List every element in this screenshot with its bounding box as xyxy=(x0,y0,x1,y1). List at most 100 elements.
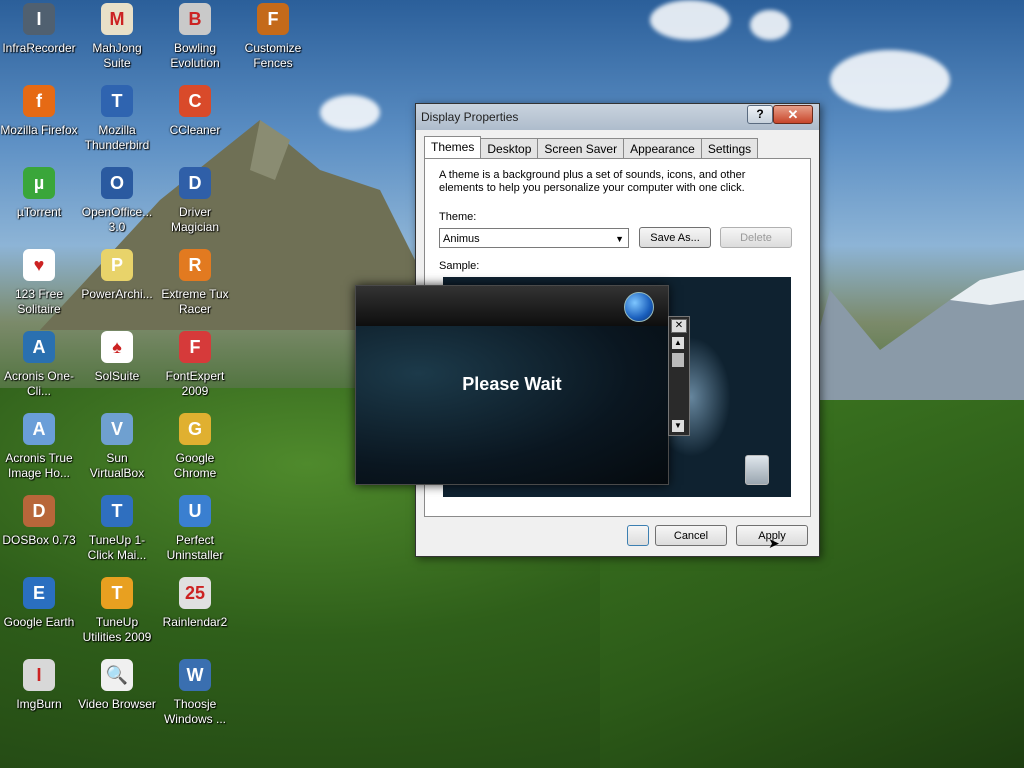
theme-select-value: Animus xyxy=(443,233,480,245)
desktop-shortcut[interactable]: M MahJong Suite xyxy=(78,3,156,71)
tux-racer-icon: R xyxy=(179,249,211,281)
desktop-shortcut[interactable]: O OpenOffice... 3.0 xyxy=(78,167,156,235)
desktop-shortcut-label: Video Browser xyxy=(78,697,156,711)
wallpaper-cloud xyxy=(830,50,950,110)
fontexpert-icon: F xyxy=(179,331,211,363)
solitaire-icon: ♥ xyxy=(23,249,55,281)
ok-button-partial[interactable] xyxy=(627,525,649,546)
desktop-shortcut-label: Bowling Evolution xyxy=(170,41,220,70)
desktop-shortcut-label: TuneUp 1-Click Mai... xyxy=(87,533,147,562)
tab-desktop[interactable]: Desktop xyxy=(480,138,539,158)
firefox-icon: f xyxy=(23,85,55,117)
windows-logo-icon xyxy=(624,292,654,322)
acronis-icon: A xyxy=(23,331,55,363)
tuneup-utilities-icon: T xyxy=(101,577,133,609)
desktop-shortcut[interactable]: 25 Rainlendar2 xyxy=(156,577,234,630)
desktop-shortcut-label: 123 Free Solitaire xyxy=(14,287,64,316)
scroll-thumb[interactable] xyxy=(672,353,684,367)
save-as-button[interactable]: Save As... xyxy=(639,227,711,248)
dosbox-icon: D xyxy=(23,495,55,527)
please-wait-message: Please Wait xyxy=(462,374,562,394)
desktop-shortcut[interactable]: R Extreme Tux Racer xyxy=(156,249,234,317)
cancel-button[interactable]: Cancel xyxy=(655,525,727,546)
ccleaner-icon: C xyxy=(179,85,211,117)
scroll-up-icon[interactable]: ▲ xyxy=(672,337,684,349)
utorrent-icon: µ xyxy=(23,167,55,199)
dialog-title: Display Properties xyxy=(421,110,519,124)
solsuite-icon: ♠ xyxy=(101,331,133,363)
desktop-shortcut-label: TuneUp Utilities 2009 xyxy=(82,615,152,644)
thunderbird-icon: T xyxy=(101,85,133,117)
desktop-shortcut[interactable]: C CCleaner xyxy=(156,85,234,138)
google-earth-icon: E xyxy=(23,577,55,609)
desktop-shortcut[interactable]: T TuneUp Utilities 2009 xyxy=(78,577,156,645)
desktop-shortcut-label: Perfect Uninstaller xyxy=(166,533,224,562)
tab-appearance[interactable]: Appearance xyxy=(623,138,702,158)
themes-description: A theme is a background plus a set of so… xyxy=(439,169,746,194)
desktop-shortcut[interactable]: I ImgBurn xyxy=(0,659,78,712)
desktop-shortcut-label: Extreme Tux Racer xyxy=(161,287,229,316)
desktop-shortcut-label: Customize Fences xyxy=(244,41,302,70)
wallpaper-cloud xyxy=(650,0,730,40)
delete-button[interactable]: Delete xyxy=(720,227,792,248)
close-button[interactable]: ✕ xyxy=(773,105,813,124)
dialog-titlebar[interactable]: Display Properties ? ✕ xyxy=(416,104,819,130)
desktop-shortcut-label: PowerArchi... xyxy=(81,287,153,301)
desktop-shortcut-label: Mozilla Thunderbird xyxy=(84,123,150,152)
video-browser-icon: 🔍 xyxy=(101,659,133,691)
desktop-shortcut-label: Acronis One-Cli... xyxy=(3,369,75,398)
close-icon[interactable]: ✕ xyxy=(671,319,687,333)
wallpaper-far-mountains xyxy=(800,270,1024,400)
tuneup-1click-icon: T xyxy=(101,495,133,527)
desktop-shortcut[interactable]: A Acronis One-Cli... xyxy=(0,331,78,399)
desktop-shortcut[interactable]: G Google Chrome xyxy=(156,413,234,481)
powerarchiver-icon: P xyxy=(101,249,133,281)
desktop-shortcut[interactable]: ♠ SolSuite xyxy=(78,331,156,384)
desktop-shortcut[interactable]: D DOSBox 0.73 xyxy=(0,495,78,548)
tab-screen-saver[interactable]: Screen Saver xyxy=(537,138,625,158)
recycle-bin-icon xyxy=(745,455,769,485)
desktop-shortcut[interactable]: 🔍 Video Browser xyxy=(78,659,156,712)
desktop-shortcut[interactable]: ♥ 123 Free Solitaire xyxy=(0,249,78,317)
rainlendar-icon: 25 xyxy=(179,577,211,609)
desktop-shortcut-label: Mozilla Firefox xyxy=(0,123,78,137)
help-button[interactable]: ? xyxy=(747,105,773,124)
desktop-shortcut[interactable]: B Bowling Evolution xyxy=(156,3,234,71)
desktop-shortcut[interactable]: I InfraRecorder xyxy=(0,3,78,56)
openoffice-icon: O xyxy=(101,167,133,199)
wallpaper-cloud xyxy=(320,95,380,130)
mini-scroll-panel: ✕ ▲ ▼ xyxy=(668,316,690,436)
desktop-shortcut[interactable]: P PowerArchi... xyxy=(78,249,156,302)
desktop-shortcut[interactable]: E Google Earth xyxy=(0,577,78,630)
desktop-shortcut[interactable]: T Mozilla Thunderbird xyxy=(78,85,156,153)
desktop-shortcut-label: Thoosje Windows ... xyxy=(163,697,226,726)
dialog-tabs: Themes Desktop Screen Saver Appearance S… xyxy=(424,136,759,162)
desktop-shortcut-label: CCleaner xyxy=(169,123,221,137)
desktop-shortcut[interactable]: D Driver Magician xyxy=(156,167,234,235)
chrome-icon: G xyxy=(179,413,211,445)
desktop-shortcut[interactable]: F Customize Fences xyxy=(234,3,312,71)
desktop-shortcut-label: SolSuite xyxy=(94,369,140,383)
sample-label: Sample: xyxy=(439,260,480,272)
desktop-shortcut[interactable]: µ µTorrent xyxy=(0,167,78,220)
theme-label: Theme: xyxy=(439,211,477,223)
desktop-shortcut[interactable]: U Perfect Uninstaller xyxy=(156,495,234,563)
scroll-down-icon[interactable]: ▼ xyxy=(672,420,684,432)
thoosje-icon: W xyxy=(179,659,211,691)
desktop-shortcut[interactable]: f Mozilla Firefox xyxy=(0,85,78,138)
mahjong-icon: M xyxy=(101,3,133,35)
please-wait-body xyxy=(356,326,668,484)
desktop-shortcut[interactable]: T TuneUp 1-Click Mai... xyxy=(78,495,156,563)
desktop-shortcut-label: OpenOffice... 3.0 xyxy=(81,205,153,234)
desktop-shortcut-label: Sun VirtualBox xyxy=(89,451,145,480)
desktop-shortcut-label: InfraRecorder xyxy=(2,41,76,55)
tab-settings[interactable]: Settings xyxy=(700,138,759,158)
theme-select[interactable]: Animus ▼ xyxy=(439,228,629,248)
wallpaper-cloud xyxy=(750,10,790,40)
desktop-shortcut[interactable]: F FontExpert 2009 xyxy=(156,331,234,399)
desktop-shortcut-label: Rainlendar2 xyxy=(162,615,228,629)
desktop-shortcut[interactable]: W Thoosje Windows ... xyxy=(156,659,234,727)
imgburn-icon: I xyxy=(23,659,55,691)
desktop-shortcut[interactable]: A Acronis True Image Ho... xyxy=(0,413,78,481)
desktop-shortcut[interactable]: V Sun VirtualBox xyxy=(78,413,156,481)
